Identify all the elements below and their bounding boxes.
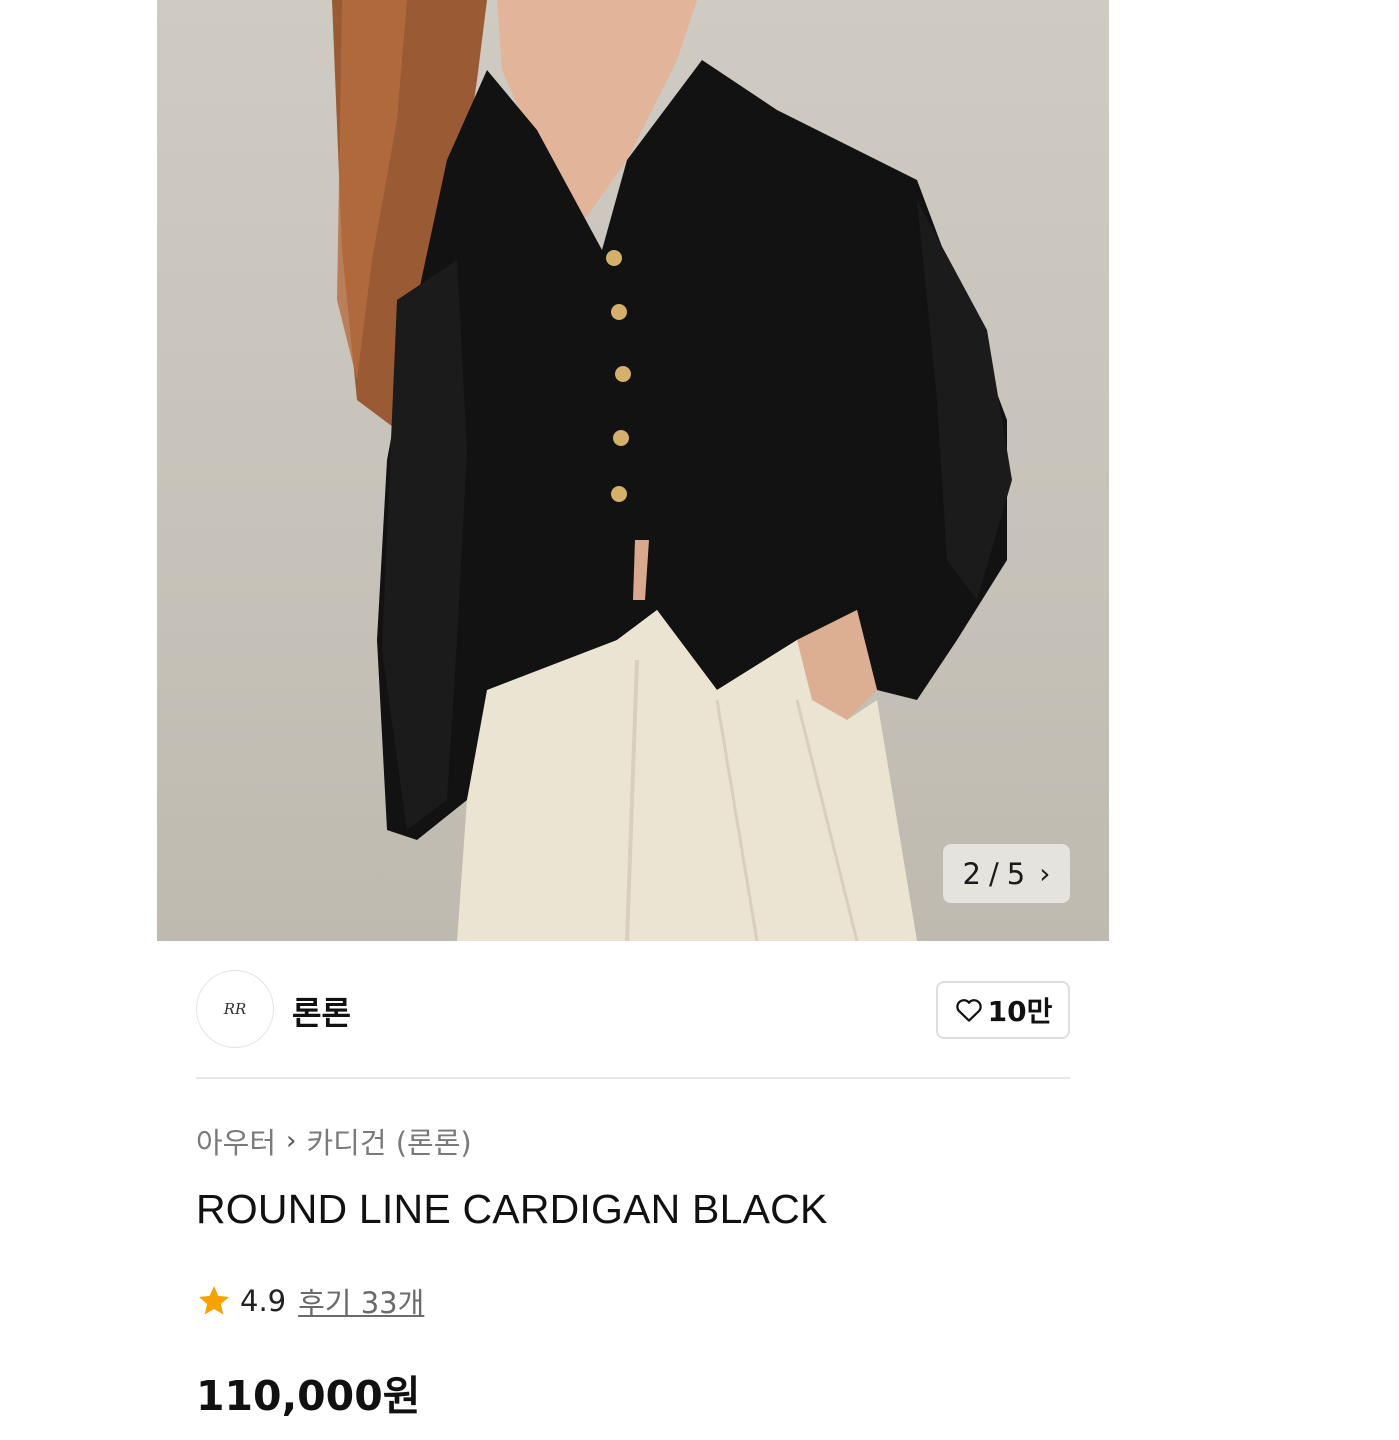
product-title: ROUND LINE CARDIGAN BLACK [196, 1186, 828, 1232]
breadcrumb-item-outer[interactable]: 아우터 [196, 1120, 276, 1162]
counter-current: 2 [962, 856, 981, 891]
counter-total: 5 [1006, 856, 1026, 891]
brand-row: RR 론론 10만 [196, 970, 1070, 1050]
brand-logo[interactable]: RR [196, 970, 274, 1048]
reviews-link[interactable]: 후기 33개 [298, 1280, 424, 1322]
image-counter-next-button[interactable]: 2 / 5 › [943, 844, 1070, 903]
chevron-right-icon: › [1039, 857, 1051, 890]
rating-row: 4.9 후기 33개 [196, 1280, 424, 1322]
brand-name[interactable]: 론론 [292, 988, 351, 1034]
product-photo [332, 0, 1012, 941]
like-button[interactable]: 10만 [936, 981, 1070, 1039]
counter-separator: / [989, 856, 999, 891]
chevron-right-icon: › [286, 1126, 297, 1156]
rating-score: 4.9 [240, 1284, 287, 1318]
star-icon [199, 1286, 229, 1315]
brand-logo-text: RR [223, 1000, 247, 1018]
product-price: 110,000원 [196, 1372, 421, 1420]
like-count: 10만 [987, 995, 1053, 1028]
divider [196, 1077, 1070, 1079]
breadcrumb: 아우터 › 카디건 (론론) [196, 1120, 472, 1162]
product-image-gallery[interactable]: 2 / 5 › [157, 0, 1109, 941]
heart-icon [955, 999, 982, 1022]
breadcrumb-item-cardigan[interactable]: 카디건 (론론) [306, 1120, 471, 1162]
